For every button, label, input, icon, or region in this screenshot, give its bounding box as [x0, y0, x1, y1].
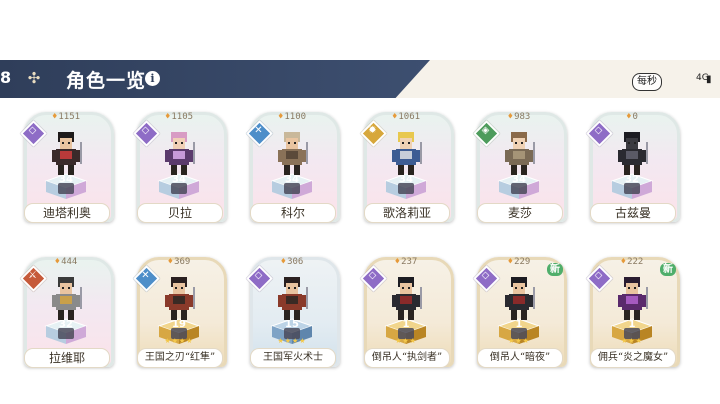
class-badge-icon: ◇: [20, 120, 47, 147]
power-text: 306: [287, 257, 304, 267]
flame-icon: ♦: [620, 257, 627, 267]
star-rating: ★★★: [508, 337, 530, 345]
header-bar: 8 ✣ 角色一览 i 每秒 4G ▮: [0, 60, 720, 98]
level-value: 34: [399, 174, 413, 185]
class-badge-icon: ◇: [360, 265, 387, 292]
character-card[interactable]: ♦369 ✕ 19 ★★★★ 王国之刃“红隼”: [133, 253, 227, 373]
character-sprite: [278, 277, 308, 320]
level-value: 1: [402, 319, 410, 330]
level-value: 1: [515, 319, 523, 330]
power-text: 229: [514, 257, 531, 267]
flame-icon: ♦: [626, 112, 632, 122]
new-badge: 新: [547, 263, 563, 276]
character-card[interactable]: ♦0 ◇ 32 古兹曼: [586, 108, 680, 228]
flame-icon: ♦: [277, 112, 284, 122]
character-card[interactable]: ♦1151 ◇ 34 迪塔利奥: [20, 108, 114, 228]
power-text: 1100: [284, 112, 307, 122]
character-name: 倒吊人“暗夜”: [477, 348, 563, 368]
flame-icon: ♦: [51, 112, 58, 122]
class-badge-icon: ◇: [246, 265, 273, 292]
class-badge-icon: ◇: [473, 265, 500, 292]
character-sprite: [618, 277, 648, 320]
character-sprite: [505, 277, 535, 320]
character-name: 麦莎: [477, 203, 563, 223]
level-value: 34: [172, 174, 186, 185]
character-card[interactable]: ♦983 ◈ 34 麦莎: [473, 108, 567, 228]
level-value: 34: [512, 174, 526, 185]
class-badge-icon: ◇: [586, 265, 613, 292]
character-card[interactable]: ♦444 ⚔ 32 拉维耶: [20, 253, 114, 373]
class-badge-icon: ✹: [360, 120, 387, 147]
character-card[interactable]: ♦229 ◇ 新 1 ★★★ 倒吊人“暗夜”: [473, 253, 567, 373]
character-sprite: [52, 277, 82, 320]
flame-icon: ♦: [54, 257, 61, 267]
grid-menu-icon[interactable]: ✣: [26, 70, 42, 86]
page-title: 角色一览: [66, 70, 147, 92]
flame-icon: ♦: [507, 112, 514, 122]
new-badge: 新: [660, 263, 676, 276]
level-value: 34: [285, 174, 299, 185]
character-card[interactable]: ♦306 ◇ 15 ★★★★ 王国军火术士: [246, 253, 340, 373]
character-sprite: [165, 277, 195, 320]
character-name: 古兹曼: [590, 203, 676, 223]
level-value: 1: [628, 319, 636, 330]
page-number: 8: [0, 68, 12, 87]
character-sprite: [618, 132, 648, 175]
character-sprite: [392, 277, 422, 320]
character-name: 贝拉: [137, 203, 223, 223]
power-text: 237: [401, 257, 418, 267]
power-text: 1061: [398, 112, 421, 122]
power-text: 1151: [58, 112, 81, 122]
star-rating: ★★★★: [164, 337, 194, 345]
signal-icon: ▮: [706, 74, 712, 85]
power-text: 369: [174, 257, 191, 267]
character-card[interactable]: ♦1100 ✕ 34 科尔: [246, 108, 340, 228]
flame-icon: ♦: [391, 112, 398, 122]
class-badge-icon: ✕: [246, 120, 273, 147]
character-card[interactable]: ♦1061 ✹ 34 歌洛莉亚: [360, 108, 454, 228]
level-value: 19: [172, 319, 186, 330]
character-sprite: [278, 132, 308, 175]
level-value: 32: [625, 174, 639, 185]
class-badge-icon: ◇: [586, 120, 613, 147]
header-title-panel: 8 ✣ 角色一览 i: [0, 60, 430, 98]
flame-icon: ♦: [394, 257, 401, 267]
character-name: 拉维耶: [24, 348, 110, 368]
character-sprite: [52, 132, 82, 175]
power-text: 1105: [171, 112, 194, 122]
character-name: 王国军火术士: [250, 348, 336, 368]
character-card[interactable]: ♦1105 ◇ 34 贝拉: [133, 108, 227, 228]
character-card[interactable]: ♦222 ◇ 新 1 ★★★ 佣兵“炎之魔女”: [586, 253, 680, 373]
level-value: 15: [285, 319, 299, 330]
level-value: 34: [59, 174, 73, 185]
character-name: 歌洛莉亚: [364, 203, 450, 223]
flame-icon: ♦: [280, 257, 287, 267]
character-name: 佣兵“炎之魔女”: [590, 348, 676, 368]
info-icon[interactable]: i: [145, 71, 160, 86]
star-rating: ★★★: [395, 337, 417, 345]
flame-icon: ♦: [167, 257, 174, 267]
star-rating: ★★★: [621, 337, 643, 345]
level-value: 32: [59, 319, 73, 330]
class-badge-icon: ✕: [133, 265, 160, 292]
character-sprite: [505, 132, 535, 175]
character-sprite: [392, 132, 422, 175]
status-pill: 每秒: [632, 73, 662, 91]
power-text: 983: [514, 112, 531, 122]
character-card[interactable]: ♦237 ◇ 1 ★★★ 倒吊人“执剑者”: [360, 253, 454, 373]
character-name: 倒吊人“执剑者”: [364, 348, 450, 368]
character-sprite: [165, 132, 195, 175]
power-text: 0: [632, 112, 638, 122]
class-badge-icon: ◈: [473, 120, 500, 147]
flame-icon: ♦: [507, 257, 514, 267]
class-badge-icon: ⚔: [20, 265, 47, 292]
character-name: 科尔: [250, 203, 336, 223]
power-text: 444: [61, 257, 78, 267]
character-name: 迪塔利奥: [24, 203, 110, 223]
power-text: 222: [627, 257, 644, 267]
star-rating: ★★★★: [277, 337, 307, 345]
flame-icon: ♦: [164, 112, 171, 122]
character-name: 王国之刃“红隼”: [137, 348, 223, 368]
class-badge-icon: ◇: [133, 120, 160, 147]
